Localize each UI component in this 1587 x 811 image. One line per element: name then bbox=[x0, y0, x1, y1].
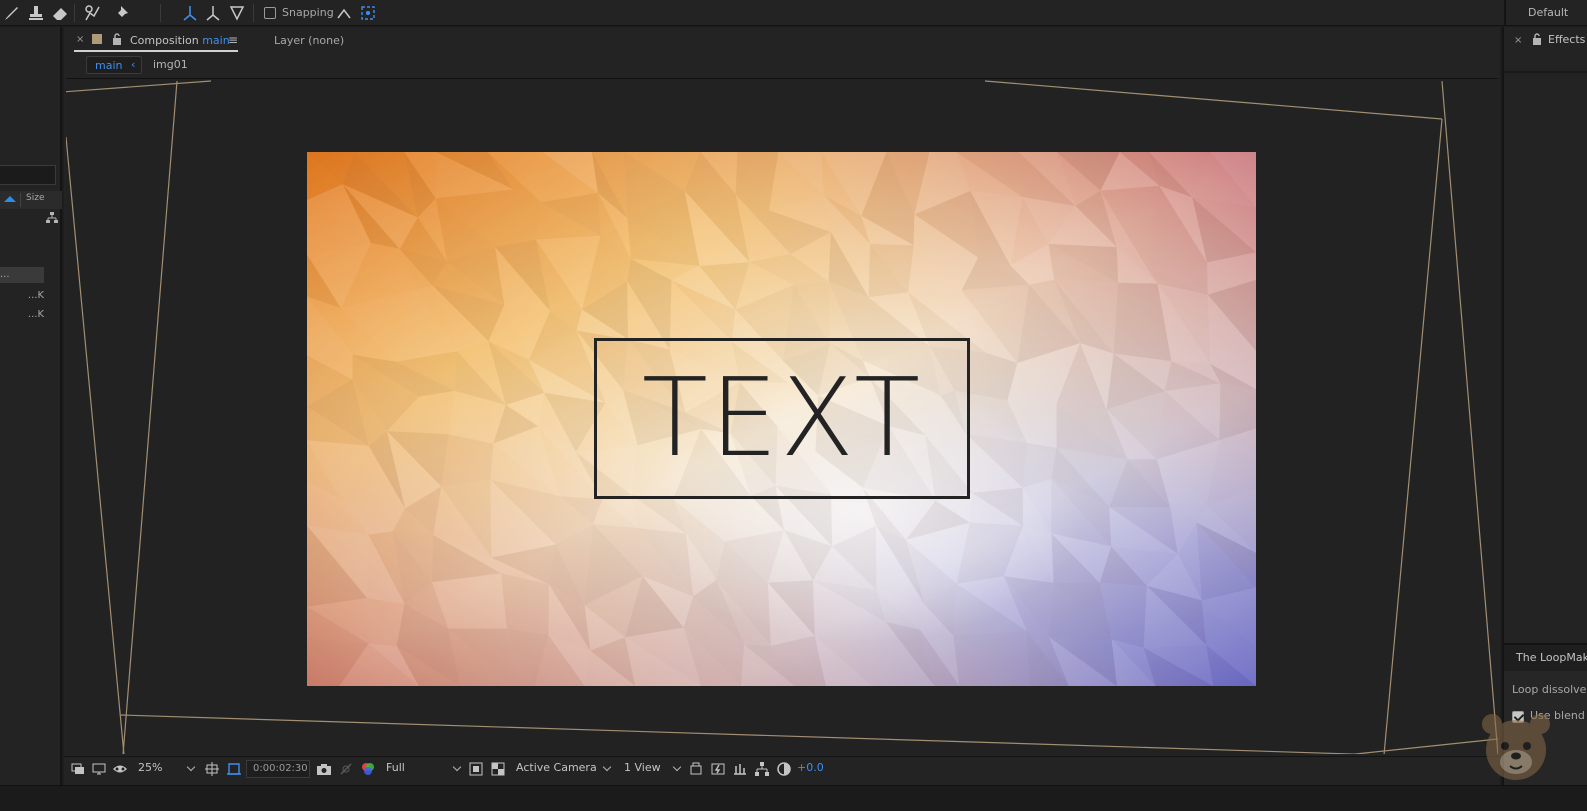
composition-color-swatch bbox=[92, 34, 102, 44]
effects-panel: × Effects The LoopMaker Loop dissolve Us… bbox=[1502, 27, 1587, 785]
composition-frame: TEXT bbox=[307, 152, 1256, 686]
current-time-field[interactable]: 0:00:02:30 bbox=[246, 760, 310, 778]
roto-brush-icon[interactable] bbox=[82, 3, 102, 23]
breadcrumb: main ‹ img01 bbox=[64, 54, 1500, 76]
snapshot-camera-icon[interactable] bbox=[316, 761, 332, 777]
viewer-controls-bar: 25% 0:00:02:30 Full Active Camera 1 View… bbox=[64, 756, 1500, 780]
view-layout-select[interactable]: 1 View bbox=[620, 760, 682, 778]
eraser-icon[interactable] bbox=[50, 3, 70, 23]
effects-tab-title[interactable]: Effects bbox=[1548, 33, 1585, 46]
project-search-input[interactable] bbox=[0, 165, 56, 185]
reset-exposure-icon[interactable] bbox=[776, 761, 792, 777]
resolution-select[interactable]: Full bbox=[382, 760, 462, 778]
puppet-pin-icon[interactable] bbox=[112, 3, 132, 23]
panel-menu-icon[interactable]: ≡ bbox=[228, 33, 238, 47]
world-axis-icon[interactable] bbox=[203, 3, 223, 23]
close-panel-icon[interactable]: × bbox=[1514, 35, 1522, 46]
camera-view-select[interactable]: Active Camera bbox=[512, 760, 612, 778]
loop-dissolve-label: Loop dissolve bbox=[1512, 683, 1587, 696]
workspace-selector[interactable]: Default bbox=[1528, 6, 1568, 19]
view-axis-icon[interactable] bbox=[227, 3, 247, 23]
size-column-label[interactable]: Size bbox=[26, 193, 44, 203]
close-tab-icon[interactable]: × bbox=[76, 34, 84, 45]
clone-stamp-icon[interactable] bbox=[26, 3, 46, 23]
project-panel: Size ... ...K ...K bbox=[0, 27, 62, 785]
exposure-value[interactable]: +0.0 bbox=[797, 761, 824, 774]
snapping-checkbox[interactable] bbox=[264, 7, 276, 19]
sort-ascending-icon[interactable] bbox=[4, 196, 16, 202]
snap-edges-icon[interactable] bbox=[334, 3, 354, 23]
show-snapshot-icon[interactable] bbox=[338, 761, 354, 777]
panel-lock-icon[interactable] bbox=[1531, 32, 1543, 46]
breadcrumb-img01[interactable]: img01 bbox=[153, 58, 188, 71]
chevron-left-icon: ‹ bbox=[131, 58, 136, 71]
composition-viewer[interactable]: TEXT bbox=[66, 78, 1498, 754]
layer-tab[interactable]: Layer (none) bbox=[274, 34, 344, 47]
breadcrumb-main[interactable]: main ‹ bbox=[86, 56, 142, 74]
composition-panel: × Composition main ≡ Layer (none) main ‹… bbox=[64, 27, 1500, 785]
project-item-row[interactable] bbox=[0, 231, 44, 247]
project-item-row[interactable]: ... bbox=[0, 267, 44, 283]
flowchart-icon[interactable] bbox=[45, 211, 59, 225]
project-item-row[interactable] bbox=[0, 249, 44, 265]
toggle-pixel-aspect-icon[interactable] bbox=[688, 761, 704, 777]
comp-flowchart-icon[interactable] bbox=[754, 761, 770, 777]
always-preview-icon[interactable] bbox=[70, 761, 86, 777]
composition-tab[interactable]: Composition main bbox=[130, 34, 230, 47]
text-box-outline: TEXT bbox=[594, 338, 970, 499]
fit-frame-icon[interactable] bbox=[204, 761, 220, 777]
project-item-row[interactable]: ...K bbox=[0, 307, 44, 323]
mask-visibility-icon[interactable] bbox=[112, 761, 128, 777]
brush-icon[interactable] bbox=[2, 3, 22, 23]
timeline-icon[interactable] bbox=[732, 761, 748, 777]
monitor-icon[interactable] bbox=[91, 761, 107, 777]
color-channel-icon[interactable] bbox=[360, 761, 376, 777]
magnification-select[interactable]: 25% bbox=[134, 760, 196, 778]
status-bar bbox=[0, 785, 1587, 811]
transparency-grid-icon[interactable] bbox=[226, 761, 242, 777]
snap-features-icon[interactable] bbox=[358, 3, 378, 23]
region-of-interest-icon[interactable] bbox=[468, 761, 484, 777]
project-item-row[interactable]: ...K bbox=[0, 288, 44, 304]
plugin-title[interactable]: The LoopMaker bbox=[1516, 651, 1587, 664]
canvas-text: TEXT bbox=[641, 356, 923, 481]
lock-icon[interactable] bbox=[111, 32, 123, 46]
project-column-header: Size bbox=[0, 191, 62, 209]
snapping-label: Snapping bbox=[282, 6, 334, 19]
composition-tabbar: × Composition main ≡ Layer (none) bbox=[64, 27, 1500, 53]
transparency-toggle-icon[interactable] bbox=[490, 761, 506, 777]
tools-toolbar: Snapping Default bbox=[0, 0, 1587, 26]
fast-previews-icon[interactable] bbox=[710, 761, 726, 777]
bear-mascot-watermark bbox=[1482, 714, 1550, 780]
local-axis-icon[interactable] bbox=[180, 3, 200, 23]
